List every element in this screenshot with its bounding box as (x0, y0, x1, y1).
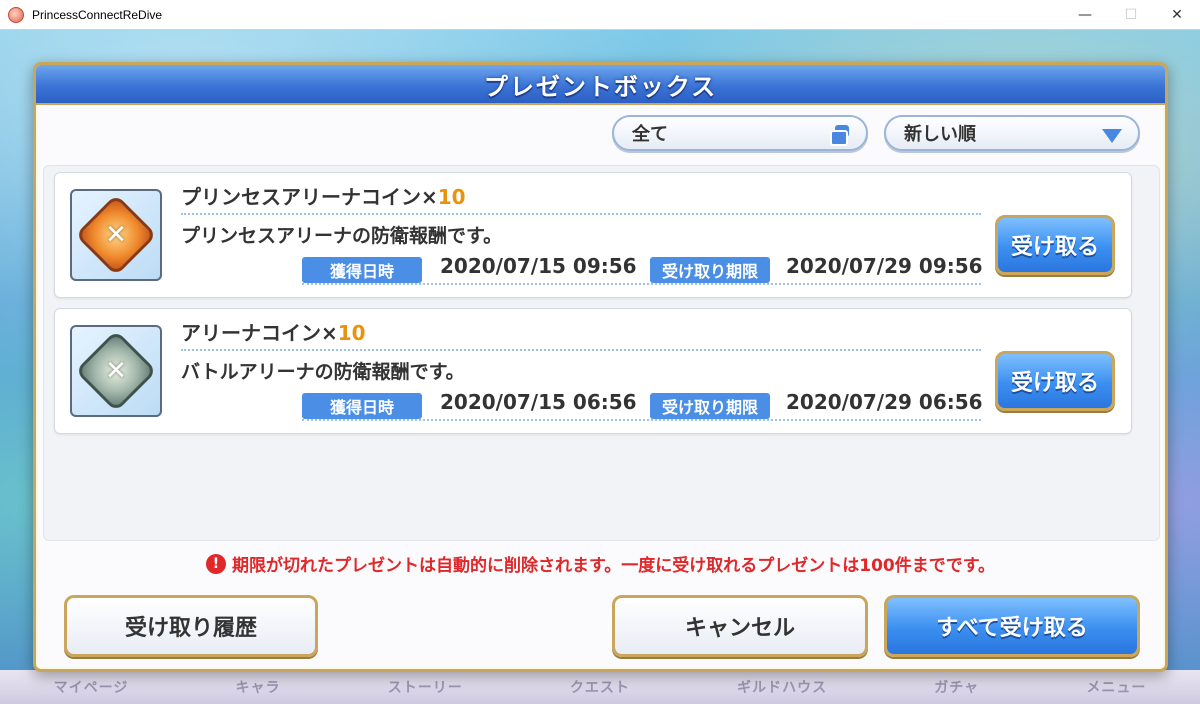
receive-button[interactable]: 受け取る (995, 351, 1115, 411)
received-at-value: 2020/07/15 06:56 (440, 390, 637, 414)
window-titlebar: PrincessConnectReDive — ☐ ✕ (0, 0, 1200, 30)
bottom-nav: マイページ キャラ ストーリー クエスト ギルドハウス ガチャ メニュー (0, 670, 1200, 704)
present-box-dialog: プレゼントボックス 全て 新しい順 プリンセスアリーナコイン×10 プリンセスア… (33, 62, 1168, 672)
received-at-badge: 獲得日時 (302, 393, 422, 419)
history-button[interactable]: 受け取り履歴 (64, 595, 318, 657)
coin-emblem (74, 329, 158, 413)
nav-item-story[interactable]: ストーリー (388, 677, 463, 697)
arena-coin-icon (70, 325, 162, 417)
filter-copy-icon (830, 125, 852, 146)
received-at-value: 2020/07/15 09:56 (440, 254, 637, 278)
coin-emblem (74, 193, 158, 277)
item-description: バトルアリーナの防衛報酬です。 (181, 361, 465, 383)
nav-item-gacha[interactable]: ガチャ (934, 677, 979, 697)
expiry-notice: ! 期限が切れたプレゼントは自動的に削除されます。一度に受け取れるプレゼントは1… (36, 551, 1165, 576)
item-name: プリンセスアリーナコイン×10 (181, 181, 466, 210)
sort-order-label: 新しい順 (904, 124, 976, 145)
present-item: プリンセスアリーナコイン×10 プリンセスアリーナの防衛報酬です。 獲得日時 2… (54, 172, 1132, 298)
notice-text: 期限が切れたプレゼントは自動的に削除されます。一度に受け取れるプレゼントは100… (231, 556, 996, 576)
divider (302, 419, 981, 421)
filter-type-label: 全て (632, 124, 668, 145)
receive-button[interactable]: 受け取る (995, 215, 1115, 275)
divider (181, 213, 981, 215)
item-name-text: プリンセスアリーナコイン× (181, 185, 438, 209)
princess-arena-coin-icon (70, 189, 162, 281)
window-title: PrincessConnectReDive (32, 7, 163, 22)
dialog-header: プレゼントボックス (36, 65, 1165, 105)
item-name: アリーナコイン×10 (181, 317, 366, 346)
filter-type-dropdown[interactable]: 全て (612, 115, 868, 151)
expires-at-badge: 受け取り期限 (650, 393, 770, 419)
present-list[interactable]: プリンセスアリーナコイン×10 プリンセスアリーナの防衛報酬です。 獲得日時 2… (43, 165, 1160, 541)
dialog-title: プレゼントボックス (483, 72, 718, 101)
present-item: アリーナコイン×10 バトルアリーナの防衛報酬です。 獲得日時 2020/07/… (54, 308, 1132, 434)
app-icon (8, 6, 24, 23)
expires-at-value: 2020/07/29 06:56 (786, 390, 983, 414)
cancel-button[interactable]: キャンセル (612, 595, 868, 657)
nav-item-guildhouse[interactable]: ギルドハウス (737, 677, 827, 697)
nav-item-chara[interactable]: キャラ (236, 677, 281, 697)
item-name-text: アリーナコイン× (181, 321, 338, 345)
maximize-button[interactable]: ☐ (1108, 0, 1154, 30)
warning-icon: ! (205, 553, 226, 574)
item-quantity: 10 (337, 321, 366, 345)
close-button[interactable]: ✕ (1154, 0, 1200, 30)
window-controls: — ☐ ✕ (1062, 0, 1200, 30)
divider (181, 349, 981, 351)
chevron-down-icon (1102, 129, 1122, 143)
sort-order-dropdown[interactable]: 新しい順 (884, 115, 1140, 151)
receive-all-button[interactable]: すべて受け取る (884, 595, 1140, 657)
received-at-badge: 獲得日時 (302, 257, 422, 283)
divider (302, 283, 981, 285)
item-description: プリンセスアリーナの防衛報酬です。 (181, 225, 503, 247)
nav-item-menu[interactable]: メニュー (1086, 677, 1146, 697)
item-quantity: 10 (437, 185, 466, 209)
expires-at-value: 2020/07/29 09:56 (786, 254, 983, 278)
nav-item-quest[interactable]: クエスト (570, 677, 630, 697)
nav-item-mypage[interactable]: マイページ (54, 677, 129, 697)
minimize-button[interactable]: — (1062, 0, 1108, 30)
expires-at-badge: 受け取り期限 (650, 257, 770, 283)
